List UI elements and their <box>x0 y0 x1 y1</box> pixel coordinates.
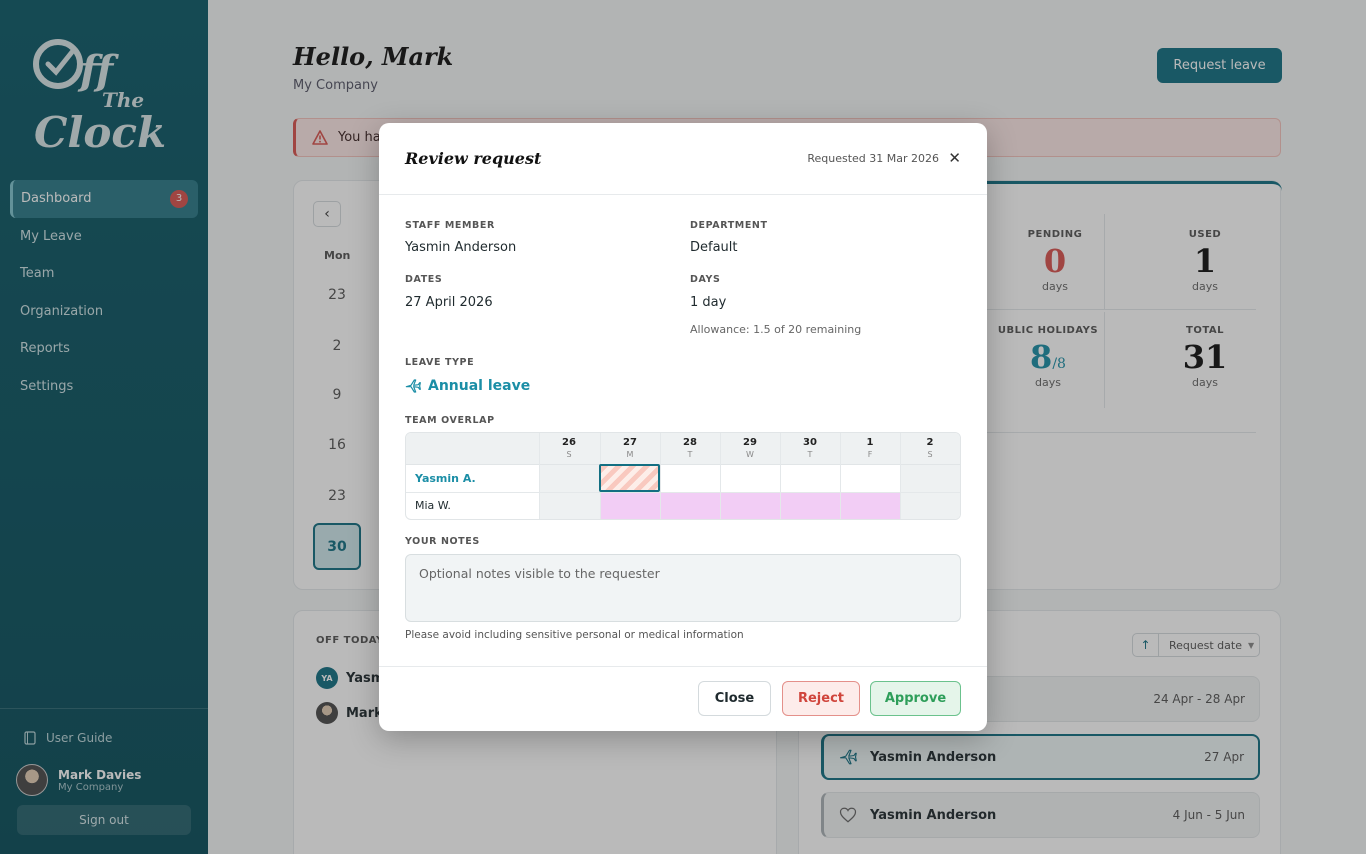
overlap-row-name: Yasmin A. <box>415 472 476 485</box>
your-notes-label: YOUR NOTES <box>405 536 480 547</box>
dates-value: 27 April 2026 <box>405 295 493 310</box>
day-number: 30 <box>803 437 817 448</box>
requested-date: Requested 31 Mar 2026 <box>807 152 939 165</box>
staff-member-value: Yasmin Anderson <box>405 240 517 255</box>
requested-day-highlight <box>599 464 660 492</box>
dialog-footer-divider <box>379 666 987 667</box>
day-number: 2 <box>926 437 934 448</box>
team-overlap-grid: 26 S 27 M 28 T 29 W 30 T 1 F 2 S Yasmin … <box>405 432 961 520</box>
approve-button[interactable]: Approve <box>870 681 961 716</box>
airplane-icon <box>405 379 421 393</box>
day-of-week: W <box>746 450 754 459</box>
dialog-header: Review request Requested 31 Mar 2026 ✕ <box>379 123 987 195</box>
days-label: DAYS <box>690 274 721 285</box>
reject-button[interactable]: Reject <box>782 681 860 716</box>
day-number: 29 <box>743 437 757 448</box>
department-value: Default <box>690 240 738 255</box>
day-of-week: M <box>626 450 634 459</box>
department-label: DEPARTMENT <box>690 220 768 231</box>
dialog-title: Review request <box>405 149 542 168</box>
review-request-dialog: Review request Requested 31 Mar 2026 ✕ S… <box>379 123 987 731</box>
close-icon[interactable]: ✕ <box>948 149 961 167</box>
day-number: 28 <box>683 437 697 448</box>
dates-label: DATES <box>405 274 443 285</box>
day-number: 26 <box>562 437 576 448</box>
notes-hint: Please avoid including sensitive persona… <box>405 629 744 641</box>
notes-textarea[interactable]: Optional notes visible to the requester <box>405 554 961 622</box>
day-of-week: F <box>867 450 873 459</box>
day-of-week: S <box>927 450 933 459</box>
days-value: 1 day <box>690 295 727 310</box>
day-number: 1 <box>866 437 874 448</box>
day-of-week: S <box>566 450 572 459</box>
day-of-week: T <box>807 450 813 459</box>
overlap-bar-mia <box>600 493 900 519</box>
day-of-week: T <box>687 450 693 459</box>
allowance-text: Allowance: 1.5 of 20 remaining <box>690 323 862 336</box>
leave-type-text: Annual leave <box>428 378 531 394</box>
team-overlap-label: TEAM OVERLAP <box>405 415 495 426</box>
close-button[interactable]: Close <box>698 681 771 716</box>
leave-type-label: LEAVE TYPE <box>405 357 475 368</box>
staff-member-label: STAFF MEMBER <box>405 220 495 231</box>
overlap-row-name: Mia W. <box>415 499 451 512</box>
leave-type-value: Annual leave <box>405 378 530 394</box>
day-number: 27 <box>623 437 637 448</box>
